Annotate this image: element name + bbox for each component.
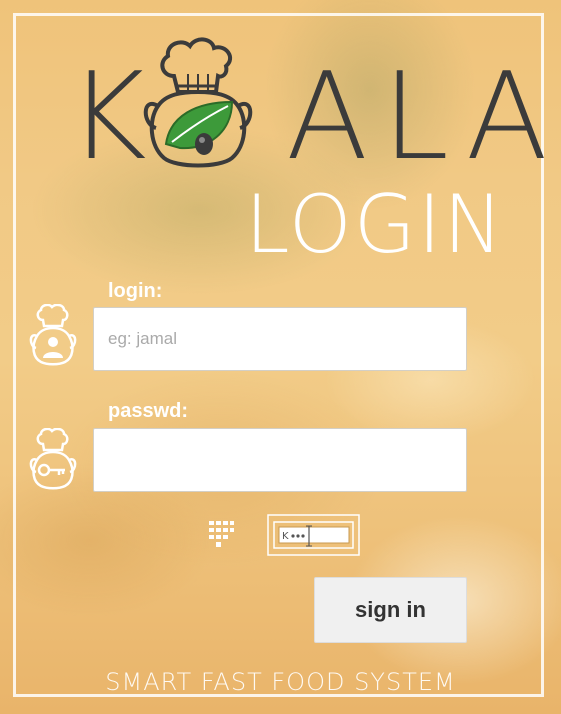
login-label: login: xyxy=(108,280,163,302)
password-input[interactable] xyxy=(93,428,467,492)
koala-chef-user-icon xyxy=(29,304,77,366)
keypad-icon[interactable] xyxy=(207,519,235,549)
login-input[interactable] xyxy=(93,307,467,371)
koala-chef-key-icon xyxy=(29,428,77,490)
koala-logo: K ALA xyxy=(64,36,548,178)
koala-chef-head-icon xyxy=(143,37,253,168)
sign-in-button[interactable]: sign in xyxy=(314,577,467,643)
virtual-keyboard-icon[interactable]: K xyxy=(267,514,360,556)
page-title: LOGIN xyxy=(245,178,506,271)
password-label: passwd: xyxy=(108,400,189,422)
footer-tagline: SMART FAST FOOD SYSTEM xyxy=(105,668,456,696)
logo-letters-ala: ALA xyxy=(286,48,561,187)
svg-text:K: K xyxy=(282,531,289,542)
